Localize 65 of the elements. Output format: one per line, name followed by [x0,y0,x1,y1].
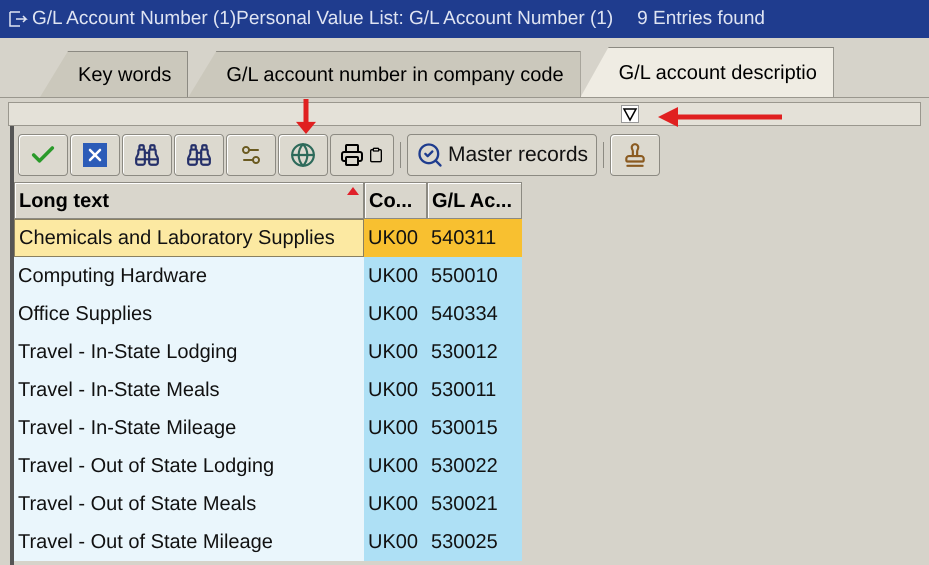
print-button[interactable] [330,134,394,176]
column-header[interactable]: Co... [364,182,427,219]
table-cell: UK00 [364,219,427,257]
binoculars-icon [186,142,212,168]
table-cell: Travel - In-State Mileage [14,409,364,447]
find-button[interactable] [122,134,172,176]
table-cell: Travel - Out of State Meals [14,485,364,523]
table-cell: UK00 [364,485,427,523]
table-row[interactable]: Travel - In-State Mileage UK00 530015 [14,409,929,447]
settings-icon [239,143,263,167]
table-cell: Travel - Out of State Lodging [14,447,364,485]
table-cell: Travel - Out of State Mileage [14,523,364,561]
annotation-arrow [295,99,317,134]
filter-icon[interactable] [621,105,639,123]
check-button[interactable] [18,134,68,176]
table-cell: 540311 [427,219,522,257]
table-row[interactable]: Chemicals and Laboratory Supplies UK00 540311 [14,219,929,257]
column-header[interactable]: G/L Ac... [427,182,522,219]
find-next-button[interactable] [174,134,224,176]
table-row[interactable]: Travel - In-State Meals UK00 530011 [14,371,929,409]
clipboard-icon [368,147,384,163]
stamp-button[interactable] [610,134,660,176]
table-row[interactable]: Travel - Out of State Meals UK00 530021 [14,485,929,523]
table-cell: UK00 [364,409,427,447]
table-row[interactable]: Computing Hardware UK00 550010 [14,257,929,295]
globe-icon [290,142,316,168]
table-cell: 530011 [427,371,522,409]
table-cell: Travel - In-State Meals [14,371,364,409]
close-icon [83,143,107,167]
table-row[interactable]: Travel - Out of State Mileage UK00 530025 [14,523,929,561]
magnifier-icon [416,141,444,169]
window-icon [8,10,28,28]
table-cell: UK00 [364,295,427,333]
table-cell: Chemicals and Laboratory Supplies [14,219,364,257]
column-header[interactable]: Long text [14,182,364,219]
table-cell: 530015 [427,409,522,447]
binoculars-icon [134,142,160,168]
globe-button[interactable] [278,134,328,176]
table-cell: 530021 [427,485,522,523]
master-records-button[interactable]: Master records [407,134,598,176]
table-cell: 530022 [427,447,522,485]
table-cell: UK00 [364,523,427,561]
tab[interactable]: G/L account number in company code [188,51,581,97]
table-cell: UK00 [364,333,427,371]
cancel-button[interactable] [70,134,120,176]
table-cell: UK00 [364,257,427,295]
table-row[interactable]: Office Supplies UK00 540334 [14,295,929,333]
table-cell: 530025 [427,523,522,561]
table-cell: UK00 [364,447,427,485]
printer-icon [340,143,364,167]
table-cell: Travel - In-State Lodging [14,333,364,371]
table-cell: 530012 [427,333,522,371]
table-cell: 540334 [427,295,522,333]
table-cell: UK00 [364,371,427,409]
table-row[interactable]: Travel - Out of State Lodging UK00 530022 [14,447,929,485]
entries-count: 9 Entries found [637,6,765,31]
sort-arrow-icon [347,187,359,195]
table-row[interactable]: Travel - In-State Lodging UK00 530012 [14,333,929,371]
table-cell: Computing Hardware [14,257,364,295]
settings-button[interactable] [226,134,276,176]
tab[interactable]: G/L account descriptio [580,47,834,97]
title-text: G/L Account Number (1)Personal Value List: G/L Account Number (1) [8,4,614,34]
tab[interactable]: Key words [40,51,188,97]
table-cell: Office Supplies [14,295,364,333]
table-cell: 550010 [427,257,522,295]
